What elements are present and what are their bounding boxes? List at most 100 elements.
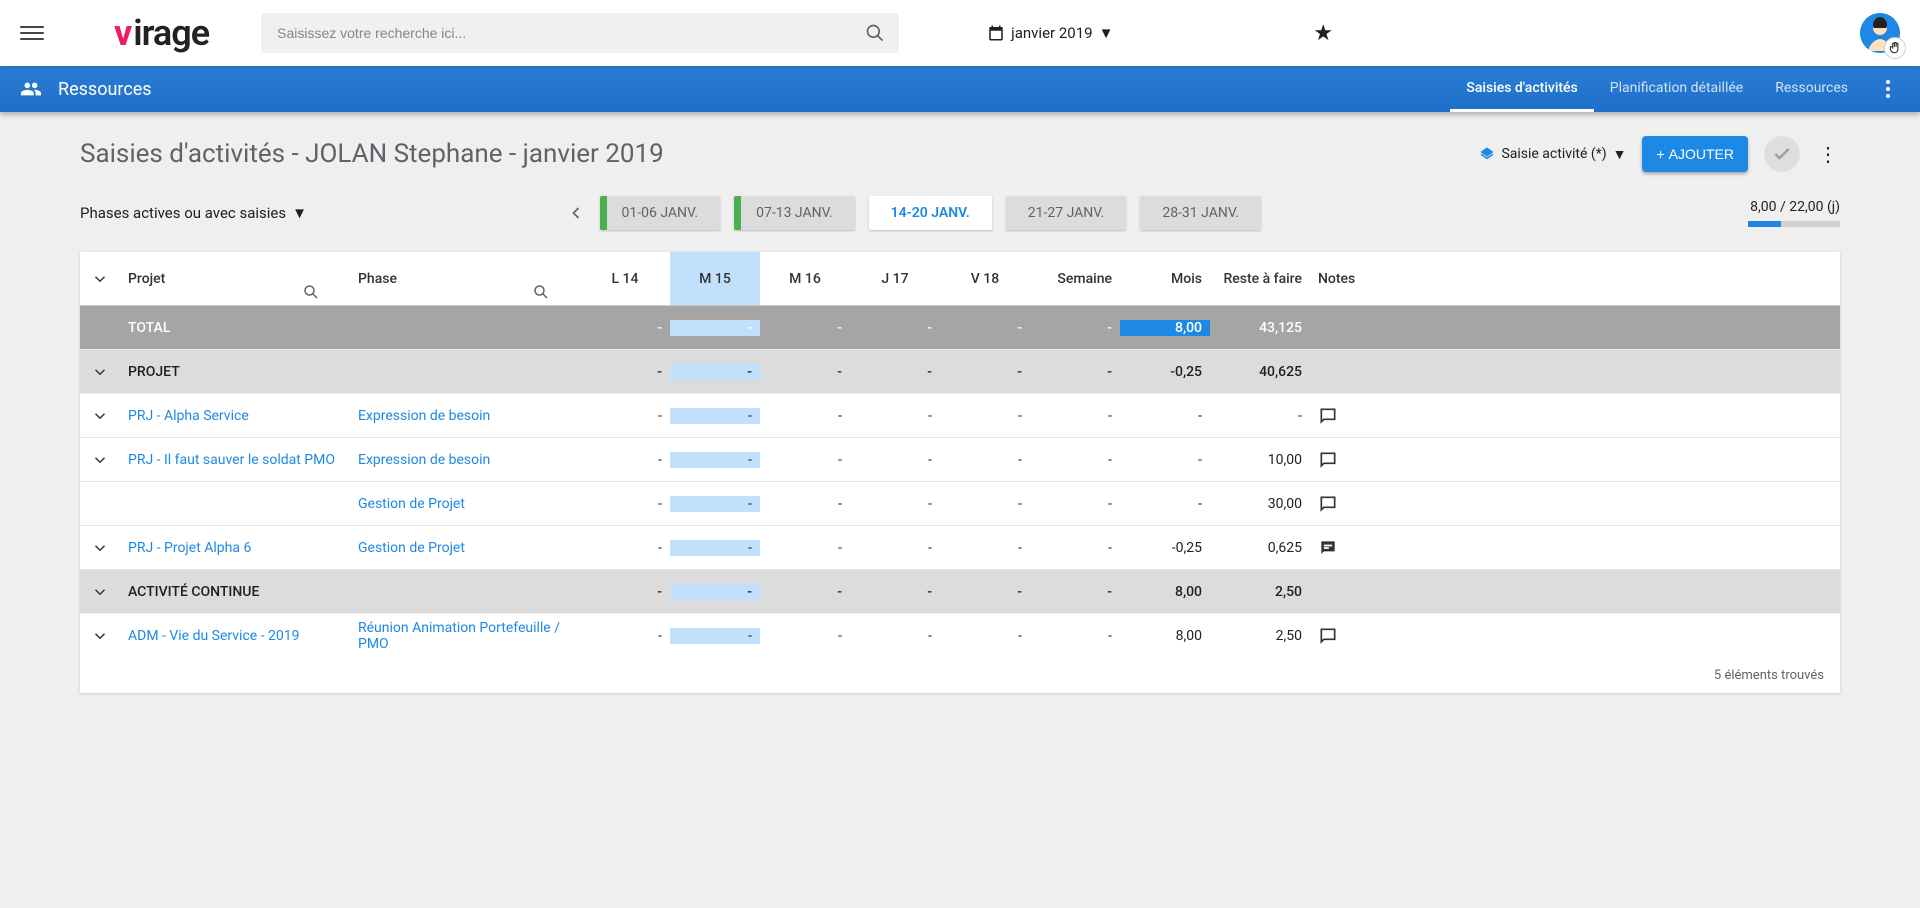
cell-day[interactable]: -: [940, 628, 1030, 644]
row-expander[interactable]: [91, 451, 109, 469]
group-label: ACTIVITÉ CONTINUE: [120, 584, 350, 600]
cell-day[interactable]: -: [850, 320, 940, 336]
nav-more-button[interactable]: [1876, 80, 1900, 98]
search-project-icon[interactable]: [302, 283, 320, 301]
calendar-icon: [987, 24, 1005, 42]
project-link[interactable]: PRJ - Alpha Service: [128, 408, 249, 424]
row-expander[interactable]: [91, 627, 109, 645]
project-link[interactable]: ADM - Vie du Service - 2019: [128, 628, 300, 644]
project-link[interactable]: PRJ - Projet Alpha 6: [128, 540, 251, 556]
cell-day[interactable]: -: [580, 496, 670, 512]
cell-day[interactable]: -: [940, 584, 1030, 600]
chevron-down-icon: ▼: [1099, 24, 1114, 42]
total-month: 8,00: [1120, 320, 1210, 336]
cell-day[interactable]: -: [940, 540, 1030, 556]
cell-day[interactable]: -: [850, 452, 940, 468]
cell-day[interactable]: -: [670, 364, 760, 380]
cell-day[interactable]: -: [850, 364, 940, 380]
validate-button[interactable]: [1764, 136, 1800, 172]
cell-day[interactable]: -: [580, 628, 670, 644]
chat-icon[interactable]: [1318, 626, 1338, 646]
nav-tab-0[interactable]: Saisies d'activités: [1450, 66, 1593, 112]
page-title: Saisies d'activités - JOLAN Stephane - j…: [80, 139, 1463, 169]
cell-day[interactable]: -: [670, 452, 760, 468]
favorite-star-button[interactable]: ★: [1313, 21, 1333, 46]
col-phase: Phase: [358, 271, 397, 287]
phase-link[interactable]: Gestion de Projet: [358, 496, 465, 512]
row-expander[interactable]: [91, 363, 109, 381]
week-pill-2[interactable]: 14-20 JANV.: [869, 196, 992, 230]
cell-day[interactable]: -: [940, 452, 1030, 468]
cell-day[interactable]: -: [760, 320, 850, 336]
month-picker[interactable]: janvier 2019 ▼: [987, 24, 1113, 42]
week-pill-4[interactable]: 28-31 JANV.: [1140, 196, 1261, 230]
cell-day[interactable]: -: [670, 496, 760, 512]
cell-day[interactable]: -: [760, 628, 850, 644]
cell-day[interactable]: -: [850, 496, 940, 512]
cell-day[interactable]: -: [580, 320, 670, 336]
cell-day[interactable]: -: [580, 540, 670, 556]
cell-day[interactable]: -: [940, 320, 1030, 336]
cell-day[interactable]: -: [940, 408, 1030, 424]
nav-tab-1[interactable]: Planification détaillée: [1594, 66, 1759, 112]
row-expander[interactable]: [91, 583, 109, 601]
month-label: janvier 2019: [1011, 24, 1092, 42]
cell-day[interactable]: -: [580, 364, 670, 380]
cell-day[interactable]: -: [850, 628, 940, 644]
nav-tab-2[interactable]: Ressources: [1759, 66, 1864, 112]
cell-day[interactable]: -: [670, 584, 760, 600]
chat-icon[interactable]: [1318, 406, 1338, 426]
phase-link[interactable]: Réunion Animation Portefeuille / PMO: [358, 620, 572, 652]
people-icon: [20, 78, 42, 100]
search-phase-icon[interactable]: [532, 283, 550, 301]
cell-day[interactable]: -: [670, 408, 760, 424]
cell-day[interactable]: -: [760, 496, 850, 512]
cell-day[interactable]: -: [940, 496, 1030, 512]
grid-footer: 5 éléments trouvés: [80, 658, 1840, 693]
cell-day[interactable]: -: [760, 364, 850, 380]
col-month: Mois: [1120, 252, 1210, 305]
main-menu-button[interactable]: [20, 21, 44, 45]
row-expander[interactable]: [91, 407, 109, 425]
cell-day[interactable]: -: [580, 452, 670, 468]
view-mode-dropdown[interactable]: Saisie activité (*) ▼: [1479, 146, 1626, 163]
phase-link[interactable]: Gestion de Projet: [358, 540, 465, 556]
layers-icon: [1479, 146, 1495, 162]
cell-day[interactable]: -: [940, 364, 1030, 380]
col-day-0: L 14: [580, 252, 670, 305]
cell-day[interactable]: -: [760, 408, 850, 424]
phase-filter-dropdown[interactable]: Phases actives ou avec saisies ▼: [80, 204, 307, 222]
phase-link[interactable]: Expression de besoin: [358, 452, 490, 468]
expand-all-toggle[interactable]: [91, 270, 109, 288]
col-rest: Reste à faire: [1210, 252, 1310, 305]
cell-day[interactable]: -: [580, 408, 670, 424]
add-button[interactable]: + AJOUTER: [1642, 136, 1748, 172]
phase-link[interactable]: Expression de besoin: [358, 408, 490, 424]
cell-day[interactable]: -: [580, 584, 670, 600]
plus-icon: +: [1656, 146, 1664, 162]
chat-icon[interactable]: [1318, 494, 1338, 514]
row-expander[interactable]: [91, 539, 109, 557]
prev-week-button[interactable]: [566, 203, 586, 223]
cell-day[interactable]: -: [670, 540, 760, 556]
cell-day[interactable]: -: [670, 320, 760, 336]
cell-day[interactable]: -: [850, 408, 940, 424]
cell-day[interactable]: -: [670, 628, 760, 644]
col-notes: Notes: [1310, 252, 1840, 305]
nav-section-title: Ressources: [58, 79, 152, 100]
cell-day[interactable]: -: [760, 540, 850, 556]
project-link[interactable]: PRJ - Il faut sauver le soldat PMO: [128, 452, 335, 468]
cell-day[interactable]: -: [760, 584, 850, 600]
week-pill-3[interactable]: 21-27 JANV.: [1006, 196, 1127, 230]
search-input[interactable]: [261, 13, 899, 53]
week-pill-1[interactable]: 07-13 JANV.: [734, 196, 855, 230]
total-label: TOTAL: [120, 320, 350, 336]
chat-filled-icon[interactable]: [1318, 538, 1338, 558]
cell-day[interactable]: -: [850, 584, 940, 600]
page-more-button[interactable]: ⋮: [1816, 142, 1840, 166]
col-project: Projet: [128, 271, 165, 287]
cell-day[interactable]: -: [850, 540, 940, 556]
chat-icon[interactable]: [1318, 450, 1338, 470]
cell-day[interactable]: -: [760, 452, 850, 468]
week-pill-0[interactable]: 01-06 JANV.: [600, 196, 721, 230]
